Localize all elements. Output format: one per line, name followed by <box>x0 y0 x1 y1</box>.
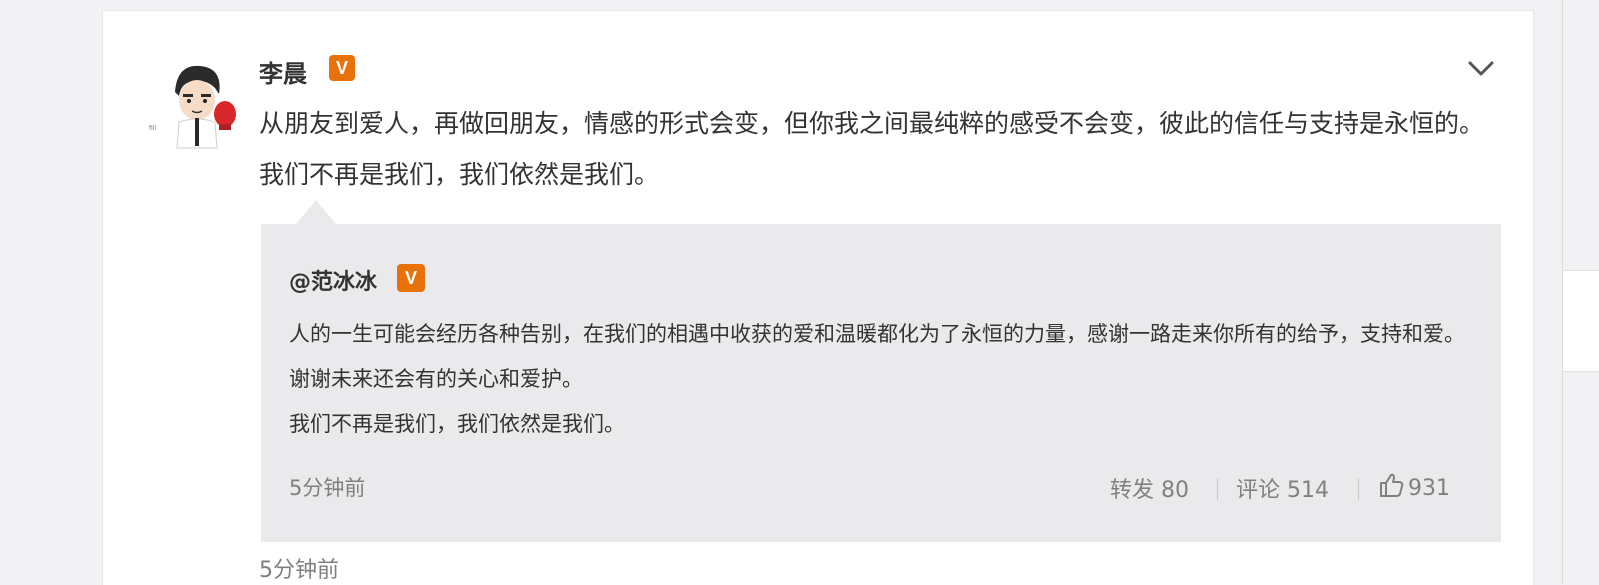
post-time[interactable]: 5分钟前 <box>259 552 339 584</box>
author-avatar[interactable]: fill <box>145 52 245 152</box>
quoted-text-paragraph: 人的一生可能会经历各种告别，在我们的相遇中收获的爱和温暖都化为了永恒的力量，感谢… <box>289 322 1465 391</box>
thumbs-up-icon <box>1378 472 1404 504</box>
action-divider <box>1217 478 1218 500</box>
quoted-text-paragraph: 我们不再是我们，我们依然是我们。 <box>289 412 625 436</box>
quoted-author-name[interactable]: @范冰冰 <box>289 264 377 296</box>
side-panel-tab[interactable] <box>1563 270 1599 372</box>
verified-badge-icon: V <box>397 264 425 292</box>
svg-text:fill: fill <box>149 125 156 132</box>
quote-bubble-tail <box>296 200 336 224</box>
post-text: 从朋友到爱人，再做回朋友，情感的形式会变，但你我之间最纯粹的感受不会变，彼此的信… <box>259 109 1485 189</box>
page-top-gap <box>102 0 1534 10</box>
quoted-post-text: 人的一生可能会经历各种告别，在我们的相遇中收获的爱和温暖都化为了永恒的力量，感谢… <box>289 312 1479 447</box>
page-left-margin <box>0 0 102 584</box>
like-button[interactable]: 931 <box>1378 472 1450 504</box>
post-author-name[interactable]: 李晨 <box>259 54 307 89</box>
verified-badge-icon: V <box>329 55 355 81</box>
repost-button[interactable]: 转发 80 <box>1110 472 1189 504</box>
action-divider <box>1358 478 1359 500</box>
quoted-post-time[interactable]: 5分钟前 <box>289 472 365 502</box>
like-count: 931 <box>1408 475 1450 501</box>
chevron-down-icon[interactable] <box>1466 56 1496 82</box>
comment-button[interactable]: 评论 514 <box>1236 472 1329 504</box>
